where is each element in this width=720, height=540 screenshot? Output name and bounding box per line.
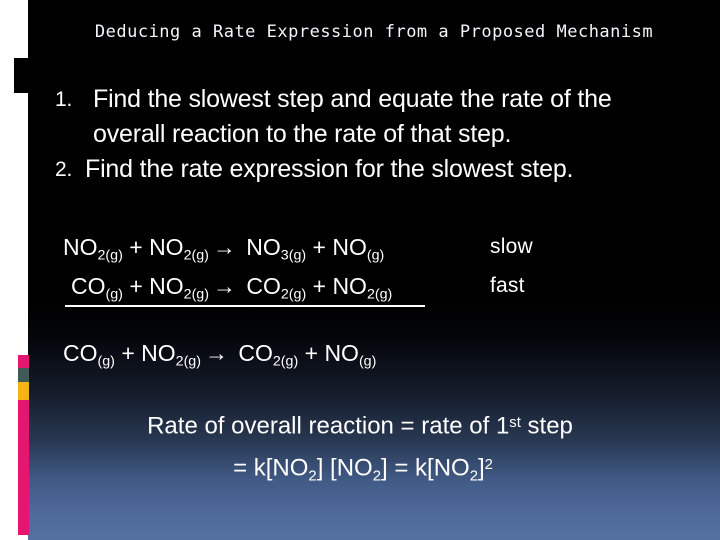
- list-item-label: Find the rate expression for the slowest…: [85, 155, 574, 183]
- equation-subscript: 2(g): [97, 247, 123, 264]
- rate-law-text: ] [NO: [316, 454, 373, 482]
- equation-subscript: 2: [469, 468, 478, 485]
- conclusion-text: Rate of overall reaction = rate of 1: [147, 412, 510, 440]
- rate-law-text: ] = k[NO: [381, 454, 470, 482]
- rail-black-block: [14, 58, 29, 93]
- equation-term: NO: [149, 272, 184, 299]
- list-item-number: 1.: [55, 88, 73, 111]
- mechanism-step-1: NO2(g) + NO2(g) → NO3(g) + NO(g) slow: [63, 232, 663, 271]
- equation-term: NO: [246, 234, 281, 260]
- equation-term: NO: [332, 234, 367, 260]
- equation-term: NO: [149, 234, 184, 260]
- rate-expression-conclusion: Rate of overall reaction = rate of 1st s…: [60, 404, 660, 495]
- equation-subscript: 2(g): [272, 353, 299, 370]
- reaction-arrow-icon: →: [212, 272, 236, 299]
- list-item: 1. Find the slowest step and equate the …: [55, 82, 685, 152]
- equation-subscript: 2(g): [183, 247, 209, 264]
- equation-term: CO: [238, 340, 273, 366]
- equation-term: NO: [324, 340, 359, 366]
- equation-term: NO: [332, 272, 367, 299]
- list-item-label: Find the slowest step and equate the rat…: [93, 85, 612, 148]
- conclusion-line-1: Rate of overall reaction = rate of 1st s…: [60, 404, 660, 446]
- rate-label-fast: fast: [490, 273, 525, 297]
- equation-subscript: (g): [105, 286, 123, 303]
- rate-law-text: ]: [477, 454, 485, 482]
- slide-title: Deducing a Rate Expression from a Propos…: [94, 22, 654, 42]
- mechanism-equations: NO2(g) + NO2(g) → NO3(g) + NO(g) slow CO(…: [63, 232, 663, 309]
- equation-term: CO: [246, 272, 281, 299]
- reaction-arrow-icon: →: [204, 340, 228, 366]
- mechanism-step-2: CO(g) + NO2(g) → CO2(g) + NO2(g) fast: [63, 271, 663, 310]
- ordinal-superscript: st: [509, 415, 521, 431]
- equation-term: NO: [63, 234, 98, 260]
- equation-plus: +: [121, 340, 135, 366]
- equation-subscript: (g): [358, 353, 377, 370]
- rate-law-text: = k[NO: [233, 454, 309, 482]
- rail-segment-pink-top: [18, 355, 29, 368]
- equation-plus: +: [129, 272, 143, 299]
- conclusion-line-2: = k[NO2] [NO2] = k[NO2]2: [60, 446, 660, 495]
- equation-subscript: 2(g): [183, 286, 209, 303]
- equation-term: NO: [141, 340, 176, 366]
- equation-subscript: 2(g): [280, 286, 307, 303]
- rail-segment-yellow: [18, 382, 29, 400]
- equation-subscript: 2(g): [366, 286, 393, 303]
- equation-subscript: (g): [366, 247, 385, 264]
- rate-label-slow: slow: [490, 235, 533, 258]
- equation-subscript: 3(g): [280, 247, 307, 264]
- equation-plus: +: [129, 234, 143, 260]
- order-superscript: 2: [484, 456, 493, 473]
- equation-subscript: 2: [372, 468, 381, 485]
- equation-subscript: (g): [97, 353, 115, 370]
- list-item-number: 2.: [55, 158, 73, 181]
- list-item: 2. Find the rate expression for the slow…: [55, 152, 685, 188]
- slide-canvas: Deducing a Rate Expression from a Propos…: [0, 0, 720, 540]
- equation-summation-rule: [65, 305, 425, 307]
- equation-term: CO: [71, 272, 106, 299]
- rail-segment-teal: [18, 368, 29, 382]
- reaction-arrow-icon: →: [212, 234, 236, 260]
- equation-subscript: 2: [308, 468, 317, 485]
- equation-plus: +: [304, 340, 319, 366]
- equation-subscript: 2(g): [175, 353, 201, 370]
- instruction-list: 1. Find the slowest step and equate the …: [55, 82, 685, 188]
- conclusion-text: step: [520, 412, 573, 440]
- equation-plus: +: [312, 234, 326, 260]
- equation-term: CO: [63, 340, 98, 366]
- rail-segment-pink-long: [18, 400, 29, 535]
- equation-plus: +: [312, 272, 327, 299]
- overall-equation: CO(g) + NO2(g) → CO2(g) + NO(g): [63, 338, 376, 377]
